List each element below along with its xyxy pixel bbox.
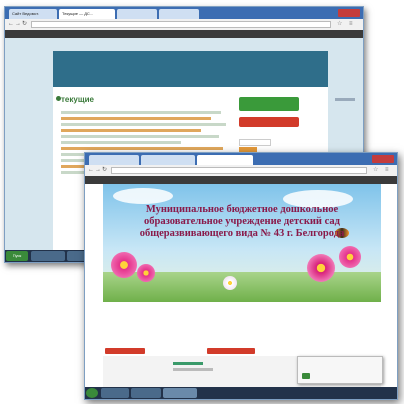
flower-image xyxy=(339,246,361,268)
menu-icon[interactable]: ≡ xyxy=(385,167,389,174)
center-red-button[interactable] xyxy=(207,348,255,354)
notification-popup[interactable] xyxy=(297,356,383,384)
reload-icon[interactable]: ↻ xyxy=(22,21,27,28)
taskbar-item[interactable] xyxy=(163,388,197,398)
star-icon[interactable]: ☆ xyxy=(337,21,342,28)
text-line xyxy=(61,129,201,132)
forward-arrow-icon[interactable]: → xyxy=(15,21,21,28)
system-tray-clock[interactable] xyxy=(347,388,395,398)
sidebar-info-button[interactable] xyxy=(239,97,299,111)
flower-image xyxy=(307,254,335,282)
back-arrow-icon[interactable]: ← xyxy=(8,21,14,28)
flower-image xyxy=(223,276,237,290)
tab-1[interactable]: Сайт Ведомст. xyxy=(9,9,57,19)
text-line xyxy=(61,117,211,120)
text-line xyxy=(61,141,181,144)
close-window-icon[interactable] xyxy=(338,9,360,17)
tab-2[interactable] xyxy=(141,155,195,165)
url-input[interactable] xyxy=(31,21,331,28)
site-navigation xyxy=(53,51,328,87)
scrollbar[interactable] xyxy=(335,98,355,101)
star-icon[interactable]: ☆ xyxy=(373,167,378,174)
start-button[interactable]: Пуск xyxy=(6,251,28,261)
flower-image xyxy=(111,252,137,278)
start-button[interactable] xyxy=(86,388,98,398)
site-title: Муниципальное бюджетное дошкольное образ… xyxy=(139,204,345,239)
reload-icon[interactable]: ↻ xyxy=(102,167,107,174)
tab-4[interactable] xyxy=(159,9,199,19)
menu-icon[interactable]: ≡ xyxy=(349,21,353,28)
tab-2[interactable]: Текущие — ДС... xyxy=(59,9,115,19)
close-window-icon[interactable] xyxy=(372,155,394,163)
tab-3[interactable] xyxy=(117,9,157,19)
taskbar-item[interactable] xyxy=(31,251,65,261)
flower-image xyxy=(137,264,155,282)
text-line xyxy=(61,147,223,150)
article-title: текущие xyxy=(61,95,94,104)
url-input[interactable] xyxy=(111,167,367,174)
tab-strip xyxy=(85,153,397,165)
cloud-decoration xyxy=(113,188,173,204)
text-line xyxy=(61,111,221,114)
taskbar-item[interactable] xyxy=(101,388,129,398)
text-line xyxy=(173,362,203,365)
bookmarks-bar xyxy=(5,30,363,38)
back-arrow-icon[interactable]: ← xyxy=(88,167,94,174)
text-line xyxy=(173,368,213,371)
tab-3[interactable] xyxy=(197,155,253,165)
text-line xyxy=(61,123,226,126)
taskbar xyxy=(85,387,397,399)
site-header-banner: Муниципальное бюджетное дошкольное образ… xyxy=(103,184,381,302)
taskbar-item[interactable] xyxy=(131,388,161,398)
tab-1[interactable] xyxy=(89,155,139,165)
notification-icon xyxy=(302,373,310,379)
text-line xyxy=(61,135,219,138)
front-browser-window[interactable]: ← → ↻ ☆ ≡ Муниципальное бюджетное дошкол… xyxy=(84,152,398,400)
left-red-button[interactable] xyxy=(105,348,145,354)
site-links xyxy=(103,304,381,354)
forward-arrow-icon[interactable]: → xyxy=(95,167,101,174)
tab-strip: Сайт Ведомст. Текущие — ДС... xyxy=(5,7,363,19)
search-input[interactable] xyxy=(239,139,271,146)
bookmarks-bar xyxy=(85,176,397,184)
sidebar-red-button[interactable] xyxy=(239,117,299,127)
